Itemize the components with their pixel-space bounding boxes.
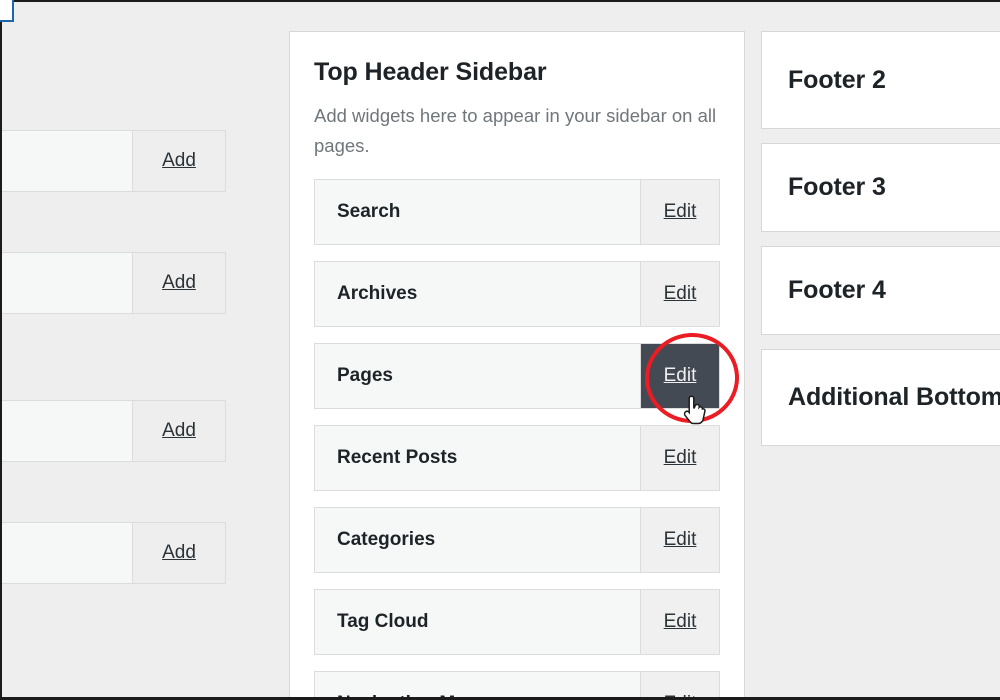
widgets-screen-columns: o Add ys an audio player. gories Add or … bbox=[0, 0, 1000, 700]
footer-sidebar-card[interactable]: Footer 3 bbox=[761, 143, 1000, 232]
add-widget-cell[interactable]: Add bbox=[133, 253, 225, 313]
widget-name: Tag Cloud bbox=[315, 590, 641, 654]
edit-widget-cell[interactable]: Edit bbox=[641, 508, 719, 572]
footer-sidebar-card[interactable]: Additional Bottom bbox=[761, 349, 1000, 446]
widget-row-search[interactable]: Search Edit bbox=[314, 179, 720, 245]
add-widget-link[interactable]: Add bbox=[162, 542, 196, 564]
available-widgets-column: o Add ys an audio player. gories Add or … bbox=[0, 0, 226, 644]
available-widget-gallery: ry Add ys an image gallery. bbox=[0, 400, 226, 522]
widget-name: Search bbox=[315, 180, 641, 244]
footer-sidebar-name: Footer 3 bbox=[788, 173, 886, 201]
widget-row-recent-posts[interactable]: Recent Posts Edit bbox=[314, 425, 720, 491]
widget-row-pages[interactable]: Pages Edit bbox=[314, 343, 720, 409]
widget-row-navigation-menu[interactable]: Navigation Menu Edit bbox=[314, 671, 720, 700]
edit-widget-link[interactable]: Edit bbox=[664, 365, 697, 387]
page-title: Top Header Sidebar bbox=[314, 58, 547, 86]
widget-row-categories[interactable]: Categories Edit bbox=[314, 507, 720, 573]
available-widget-categories: gories Add or dropdown of ories. bbox=[0, 252, 226, 400]
available-widget-title: ry bbox=[0, 401, 133, 461]
available-widget-title bbox=[0, 523, 133, 583]
widget-row-tag-cloud[interactable]: Tag Cloud Edit bbox=[314, 589, 720, 655]
available-widget-title: o bbox=[0, 131, 133, 191]
footer-sidebar-card[interactable]: Footer 4 bbox=[761, 246, 1000, 335]
available-widget-row[interactable]: Add bbox=[0, 522, 226, 584]
edit-widget-cell[interactable]: Edit bbox=[641, 672, 719, 700]
add-widget-link[interactable]: Add bbox=[162, 420, 196, 442]
edit-widget-cell[interactable]: Edit bbox=[641, 180, 719, 244]
screenshot-root: o Add ys an audio player. gories Add or … bbox=[0, 0, 1000, 700]
available-widget-audio: o Add ys an audio player. bbox=[0, 130, 226, 252]
available-widget-description: ys an audio player. bbox=[0, 192, 226, 252]
top-header-sidebar-panel: Top Header Sidebar Add widgets here to a… bbox=[289, 31, 745, 700]
widget-name: Navigation Menu bbox=[315, 672, 641, 700]
add-widget-link[interactable]: Add bbox=[162, 272, 196, 294]
edit-widget-link[interactable]: Edit bbox=[664, 283, 697, 305]
available-widget-description: or dropdown of ories. bbox=[0, 314, 226, 400]
widget-name: Categories bbox=[315, 508, 641, 572]
widget-row-archives[interactable]: Archives Edit bbox=[314, 261, 720, 327]
focus-outline-chip bbox=[0, 0, 14, 22]
available-widget-description: RSS, & WordPress.org bbox=[0, 584, 226, 644]
edit-widget-link[interactable]: Edit bbox=[664, 529, 697, 551]
panel-description: Add widgets here to appear in your sideb… bbox=[314, 105, 717, 156]
footer-sidebar-name: Footer 4 bbox=[788, 276, 886, 304]
available-widget-title: gories bbox=[0, 253, 133, 313]
edit-widget-cell[interactable]: Edit bbox=[641, 426, 719, 490]
widget-name: Archives bbox=[315, 262, 641, 326]
widget-name: Recent Posts bbox=[315, 426, 641, 490]
available-widget-row[interactable]: ry Add bbox=[0, 400, 226, 462]
available-widget-meta: Add RSS, & WordPress.org bbox=[0, 522, 226, 644]
edit-widget-link[interactable]: Edit bbox=[664, 201, 697, 223]
footer-sidebar-card[interactable]: Footer 2 bbox=[761, 31, 1000, 129]
available-widget-row[interactable]: gories Add bbox=[0, 252, 226, 314]
widget-name: Pages bbox=[315, 344, 641, 408]
edit-widget-link[interactable]: Edit bbox=[664, 447, 697, 469]
edit-widget-link[interactable]: Edit bbox=[664, 611, 697, 633]
window-frame-left-edge bbox=[0, 0, 2, 700]
footer-sidebar-name: Additional Bottom bbox=[788, 383, 1000, 411]
available-widget-row[interactable]: o Add bbox=[0, 130, 226, 192]
add-widget-link[interactable]: Add bbox=[162, 150, 196, 172]
edit-widget-cell[interactable]: Edit bbox=[641, 262, 719, 326]
edit-widget-cell-highlighted[interactable]: Edit bbox=[641, 344, 719, 408]
add-widget-cell[interactable]: Add bbox=[133, 523, 225, 583]
available-widget-description: ys an image gallery. bbox=[0, 462, 226, 522]
footer-sidebars-column: Footer 2 Footer 3 Footer 4 Additional Bo… bbox=[761, 31, 1000, 460]
add-widget-cell[interactable]: Add bbox=[133, 401, 225, 461]
column-top-spacer bbox=[0, 0, 226, 130]
window-frame-top-edge bbox=[0, 0, 1000, 2]
edit-widget-cell[interactable]: Edit bbox=[641, 590, 719, 654]
add-widget-cell[interactable]: Add bbox=[133, 131, 225, 191]
footer-sidebar-name: Footer 2 bbox=[788, 65, 886, 94]
